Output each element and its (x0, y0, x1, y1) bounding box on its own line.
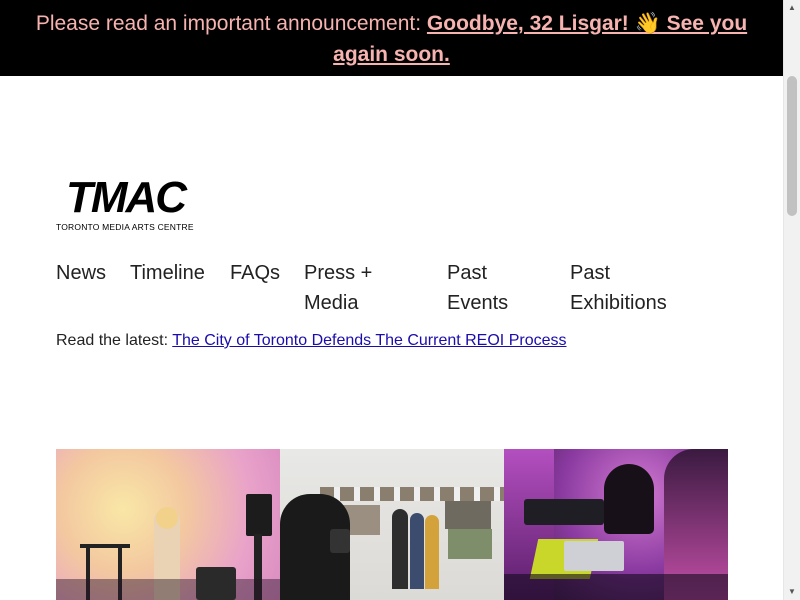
scroll-thumb[interactable] (787, 76, 797, 216)
nav-item-timeline[interactable]: Timeline (130, 258, 220, 288)
announcement-text: Please read an important announcement: (35, 12, 427, 35)
nav-item-past-exhibitions[interactable]: Past Exhibitions (570, 258, 680, 318)
nav-item-news[interactable]: News (56, 258, 126, 288)
announcement-bar: Please read an important announcement: G… (0, 0, 783, 76)
nav-item-faqs[interactable]: FAQs (230, 258, 290, 288)
photo-performance[interactable] (56, 449, 280, 600)
latest-prefix: Read the latest: (56, 332, 173, 349)
page-scrollbar[interactable]: ▲ ▼ (783, 0, 800, 600)
tmac-logo[interactable]: TMAC TORONTO MEDIA ARTS CENTRE (56, 176, 196, 236)
latest-news-link[interactable]: The City of Toronto Defends The Current … (172, 332, 566, 349)
nav-item-past-events[interactable]: Past Events (447, 258, 517, 318)
latest-news-line: Read the latest: The City of Toronto Def… (56, 332, 566, 350)
scroll-up-arrow-icon[interactable]: ▲ (784, 0, 800, 16)
logo-mark: TMAC (66, 173, 187, 222)
photo-gallery-visitors[interactable] (280, 449, 504, 600)
scroll-down-arrow-icon[interactable]: ▼ (784, 584, 800, 600)
photo-workshop-electronics[interactable] (504, 449, 728, 600)
logo-subtitle: TORONTO MEDIA ARTS CENTRE (56, 222, 194, 232)
nav-item-press-media[interactable]: Press + Media (304, 258, 404, 318)
